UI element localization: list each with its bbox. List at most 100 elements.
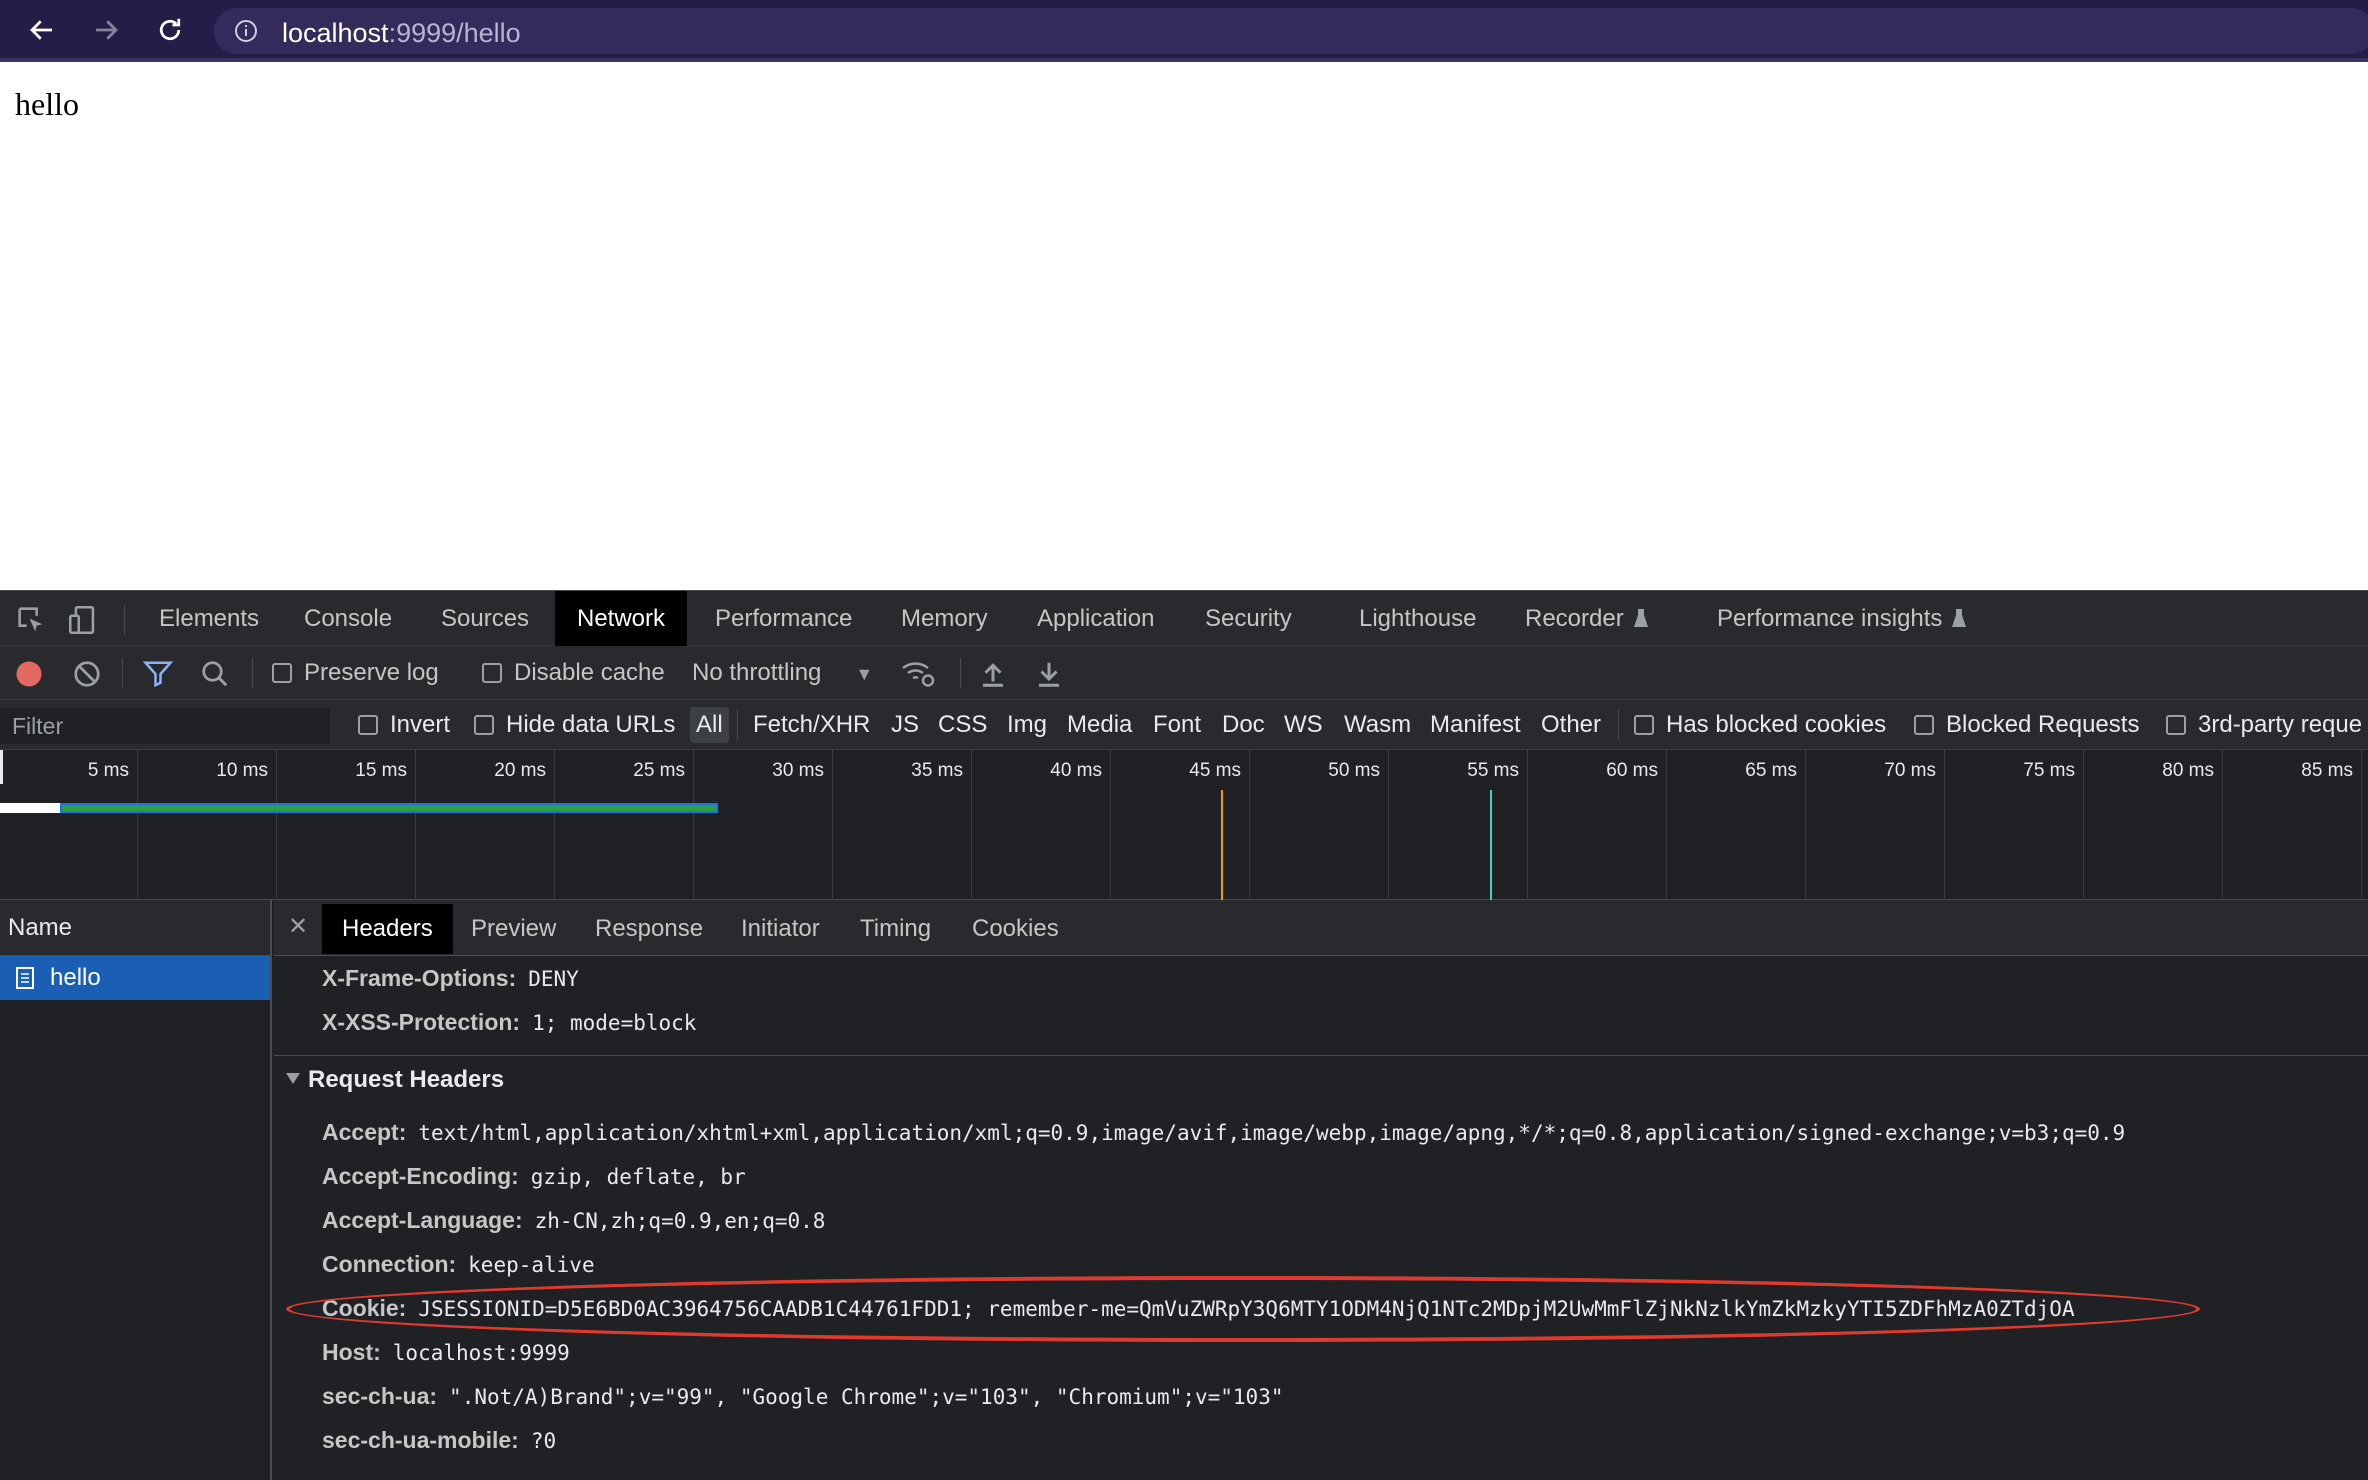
network-overview-timeline[interactable]: 5 ms 10 ms 15 ms 20 ms 25 ms 30 ms 35 ms 40 ms 4… <box>0 750 2368 900</box>
devtools-panel: Elements Console Sources Network Perform… <box>0 590 2368 1480</box>
back-button[interactable] <box>22 10 62 50</box>
timeline-gridline <box>2083 750 2084 900</box>
preserve-log-checkbox[interactable]: Preserve log <box>272 646 439 700</box>
filter-type-doc[interactable]: Doc <box>1222 700 1265 750</box>
blocked-requests-checkbox[interactable]: Blocked Requests <box>1914 700 2139 750</box>
tab-memory[interactable]: Memory <box>901 591 988 646</box>
info-icon[interactable] <box>234 19 258 43</box>
header-name: Cookie: <box>322 1295 407 1321</box>
tab-performance-insights[interactable]: Performance insights <box>1717 591 1967 646</box>
divider <box>124 605 125 635</box>
filter-type-manifest[interactable]: Manifest <box>1430 700 1521 750</box>
dropdown-arrow-icon: ▼ <box>855 664 874 684</box>
filter-icon[interactable] <box>142 659 174 689</box>
filter-type-other[interactable]: Other <box>1541 700 1601 750</box>
invert-checkbox[interactable]: Invert <box>358 700 450 750</box>
request-headers-section[interactable]: Request Headers <box>286 1066 504 1094</box>
timeline-tick-label: 70 ms <box>1884 760 1936 781</box>
browser-toolbar: localhost:9999/hello <box>0 0 2368 62</box>
inspect-element-icon[interactable] <box>14 603 48 637</box>
tab-console[interactable]: Console <box>304 591 392 646</box>
devtools-tabbar: Elements Console Sources Network Perform… <box>0 590 2368 646</box>
timeline-tick-label: 40 ms <box>1050 760 1102 781</box>
search-icon[interactable] <box>200 659 230 689</box>
filter-input[interactable]: Filter <box>0 708 330 744</box>
checkbox[interactable] <box>474 715 494 735</box>
timeline-tick-label: 50 ms <box>1328 760 1380 781</box>
tab-cookies[interactable]: Cookies <box>972 904 1059 954</box>
tab-performance[interactable]: Performance <box>715 591 852 646</box>
divider <box>122 658 123 688</box>
timeline-gridline <box>276 750 277 900</box>
forward-button[interactable] <box>86 10 126 50</box>
tab-security[interactable]: Security <box>1205 591 1292 646</box>
header-row: Accept-Encoding: gzip, deflate, br <box>322 1156 746 1196</box>
tab-initiator[interactable]: Initiator <box>741 904 820 954</box>
request-headers-title: Request Headers <box>308 1066 505 1093</box>
filter-type-js[interactable]: JS <box>891 700 919 750</box>
header-value: ".Not/A)Brand";v="99", "Google Chrome";v… <box>449 1385 1284 1409</box>
tab-elements[interactable]: Elements <box>159 591 259 646</box>
timeline-tick-label: 10 ms <box>216 760 268 781</box>
checkbox[interactable] <box>358 715 378 735</box>
export-har-icon[interactable] <box>1034 659 1064 689</box>
device-toolbar-icon[interactable] <box>66 603 100 637</box>
tab-headers[interactable]: Headers <box>322 904 453 954</box>
filter-type-img[interactable]: Img <box>1007 700 1047 750</box>
timeline-gridline <box>2222 750 2223 900</box>
filter-type-all[interactable]: All <box>690 707 729 743</box>
divider <box>252 658 253 688</box>
checkbox[interactable] <box>1914 715 1934 735</box>
url-text: localhost:9999/hello <box>282 18 521 49</box>
clear-icon[interactable] <box>72 659 102 689</box>
header-row: Accept-Language: zh-CN,zh;q=0.9,en;q=0.8 <box>322 1200 825 1240</box>
disable-cache-checkbox[interactable]: Disable cache <box>482 646 665 700</box>
filter-type-wasm[interactable]: Wasm <box>1344 700 1411 750</box>
checkbox[interactable] <box>272 663 292 683</box>
tab-recorder-label: Recorder <box>1525 605 1624 632</box>
invert-label: Invert <box>390 711 451 738</box>
network-conditions-icon[interactable] <box>900 658 936 688</box>
tab-response[interactable]: Response <box>595 904 703 954</box>
timeline-tick-label: 85 ms <box>2301 760 2353 781</box>
filter-type-font[interactable]: Font <box>1153 700 1201 750</box>
header-row: X-XSS-Protection: 1; mode=block <box>322 1002 696 1042</box>
timeline-tick-label: 45 ms <box>1189 760 1241 781</box>
third-party-checkbox[interactable]: 3rd-party reque <box>2166 700 2362 750</box>
timeline-tick-label: 35 ms <box>911 760 963 781</box>
request-row[interactable]: hello <box>0 956 270 1000</box>
throttling-select[interactable]: No throttling ▼ <box>692 646 873 700</box>
tab-sources[interactable]: Sources <box>441 591 529 646</box>
tab-lighthouse[interactable]: Lighthouse <box>1359 591 1476 646</box>
tab-recorder[interactable]: Recorder <box>1525 591 1648 646</box>
cookie-header-row: Cookie: JSESSIONID=D5E6BD0AC3964756CAADB1… <box>322 1288 2075 1328</box>
record-icon[interactable] <box>14 659 44 689</box>
tab-application[interactable]: Application <box>1037 591 1154 646</box>
reload-button[interactable] <box>150 10 190 50</box>
timeline-tick-label: 30 ms <box>772 760 824 781</box>
filter-type-css[interactable]: CSS <box>938 700 987 750</box>
filter-type-fetch-xhr[interactable]: Fetch/XHR <box>753 700 870 750</box>
close-icon[interactable]: ✕ <box>288 912 308 941</box>
tab-performance-insights-label: Performance insights <box>1717 605 1943 632</box>
timeline-tick-label: 5 ms <box>87 760 129 781</box>
checkbox[interactable] <box>482 663 502 683</box>
tab-preview[interactable]: Preview <box>471 904 556 954</box>
timeline-tick-label: 60 ms <box>1606 760 1658 781</box>
checkbox[interactable] <box>2166 715 2186 735</box>
details-tabbar: ✕ Headers Preview Response Initiator Tim… <box>274 900 2368 956</box>
import-har-icon[interactable] <box>978 659 1008 689</box>
timeline-gridline <box>1805 750 1806 900</box>
name-column-header[interactable]: Name <box>0 900 270 956</box>
timeline-gridline <box>554 750 555 900</box>
tab-timing[interactable]: Timing <box>860 904 931 954</box>
load-event-marker <box>1490 790 1492 900</box>
filter-type-ws[interactable]: WS <box>1284 700 1323 750</box>
has-blocked-cookies-checkbox[interactable]: Has blocked cookies <box>1634 700 1886 750</box>
hide-data-urls-checkbox[interactable]: Hide data URLs <box>474 700 675 750</box>
timeline-gridline <box>415 750 416 900</box>
tab-network[interactable]: Network <box>555 591 688 646</box>
filter-type-media[interactable]: Media <box>1067 700 1132 750</box>
checkbox[interactable] <box>1634 715 1654 735</box>
address-bar[interactable]: localhost:9999/hello <box>214 8 2368 54</box>
